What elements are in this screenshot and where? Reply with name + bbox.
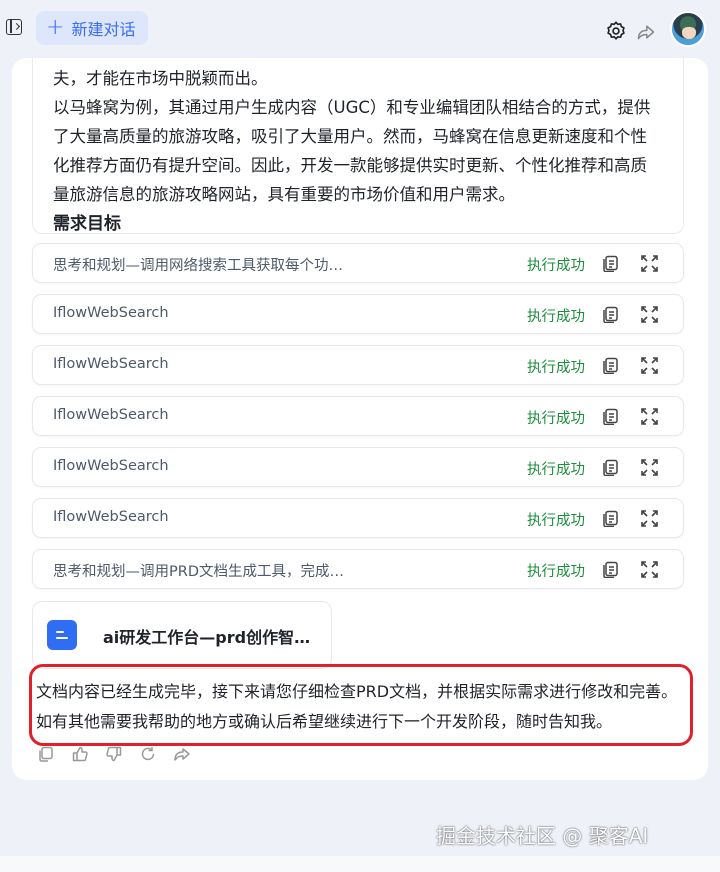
document-file-card[interactable]: ai研发工作台—prd创作智… bbox=[32, 601, 332, 669]
thumbs-up-icon bbox=[72, 746, 88, 762]
copy-icon[interactable] bbox=[603, 255, 619, 272]
copy-icon[interactable] bbox=[603, 561, 619, 578]
assistant-message: 文档内容已经生成完毕，接下来请您仔细检查PRD文档，并根据实际需求进行修改和完善… bbox=[29, 664, 693, 746]
share-icon[interactable] bbox=[636, 22, 656, 42]
tool-call-name: 思考和规划—调用PRD文档生成工具，完成… bbox=[53, 564, 344, 580]
watermark: 掘金技术社区 @ 聚客AI bbox=[436, 824, 649, 848]
share-message-button[interactable] bbox=[168, 741, 196, 767]
refresh-icon bbox=[141, 747, 155, 761]
plus-icon: + bbox=[46, 15, 65, 40]
expand-icon[interactable] bbox=[641, 459, 658, 476]
expand-icon[interactable] bbox=[641, 255, 658, 272]
tool-call-row[interactable]: IflowWebSearch 执行成功 bbox=[32, 345, 684, 385]
sidebar-toggle-icon[interactable] bbox=[6, 19, 22, 35]
tool-call-row[interactable]: IflowWebSearch 执行成功 bbox=[32, 498, 684, 538]
tool-call-status: 执行成功 bbox=[527, 462, 585, 478]
tool-call-status: 执行成功 bbox=[527, 360, 585, 376]
copy-message-button[interactable] bbox=[32, 741, 60, 767]
new-chat-label: 新建对话 bbox=[71, 20, 136, 39]
tool-call-status: 执行成功 bbox=[527, 309, 585, 325]
dislike-button[interactable] bbox=[100, 741, 128, 767]
copy-icon[interactable] bbox=[603, 306, 619, 323]
file-title: ai研发工作台—prd创作智… bbox=[103, 628, 311, 647]
tool-call-status: 执行成功 bbox=[527, 411, 585, 427]
tool-call-row[interactable]: 思考和规划—调用PRD文档生成工具，完成… 执行成功 bbox=[32, 549, 684, 589]
gear-icon[interactable] bbox=[605, 20, 627, 42]
tool-call-name: IflowWebSearch bbox=[53, 305, 169, 321]
share-icon bbox=[174, 748, 190, 761]
new-chat-button[interactable]: + 新建对话 bbox=[36, 11, 148, 45]
expand-icon[interactable] bbox=[641, 306, 658, 323]
tool-call-row[interactable]: IflowWebSearch 执行成功 bbox=[32, 447, 684, 487]
avatar[interactable] bbox=[670, 11, 706, 47]
expand-icon[interactable] bbox=[641, 561, 658, 578]
like-button[interactable] bbox=[66, 741, 94, 767]
document-preview: 夫，才能在市场中脱颖而出。 以马蜂窝为例，其通过用户生成内容（UGC）和专业编辑… bbox=[32, 58, 684, 234]
tool-call-row[interactable]: IflowWebSearch 执行成功 bbox=[32, 294, 684, 334]
tool-call-name: IflowWebSearch bbox=[53, 356, 169, 372]
copy-icon[interactable] bbox=[603, 408, 619, 425]
footer-strip bbox=[0, 856, 720, 872]
expand-icon[interactable] bbox=[641, 510, 658, 527]
tool-call-name: IflowWebSearch bbox=[53, 407, 169, 423]
tool-call-row[interactable]: 思考和规划—调用网络搜索工具获取每个功… 执行成功 bbox=[32, 243, 684, 283]
expand-icon[interactable] bbox=[641, 408, 658, 425]
copy-icon[interactable] bbox=[603, 459, 619, 476]
expand-icon[interactable] bbox=[641, 357, 658, 374]
message-actions bbox=[32, 741, 196, 767]
tool-call-row[interactable]: IflowWebSearch 执行成功 bbox=[32, 396, 684, 436]
tool-call-status: 执行成功 bbox=[527, 258, 585, 274]
document-heading: 需求目标 bbox=[53, 214, 121, 234]
tool-call-name: IflowWebSearch bbox=[53, 458, 169, 474]
chat-panel: 夫，才能在市场中脱颖而出。 以马蜂窝为例，其通过用户生成内容（UGC）和专业编辑… bbox=[12, 58, 708, 780]
copy-icon[interactable] bbox=[603, 357, 619, 374]
document-paragraph: 夫，才能在市场中脱颖而出。 bbox=[53, 69, 268, 88]
tool-call-name: 思考和规划—调用网络搜索工具获取每个功… bbox=[53, 258, 343, 274]
top-bar: + 新建对话 bbox=[0, 0, 720, 58]
tool-call-status: 执行成功 bbox=[527, 513, 585, 529]
copy-icon[interactable] bbox=[603, 510, 619, 527]
document-icon bbox=[47, 620, 77, 650]
document-paragraph: 以马蜂窝为例，其通过用户生成内容（UGC）和专业编辑团队相结合的方式，提供了大量… bbox=[53, 98, 651, 204]
thumbs-down-icon bbox=[106, 746, 122, 762]
tool-call-name: IflowWebSearch bbox=[53, 509, 169, 525]
copy-icon bbox=[39, 746, 53, 762]
tool-call-status: 执行成功 bbox=[527, 564, 585, 580]
regenerate-button[interactable] bbox=[134, 741, 162, 767]
